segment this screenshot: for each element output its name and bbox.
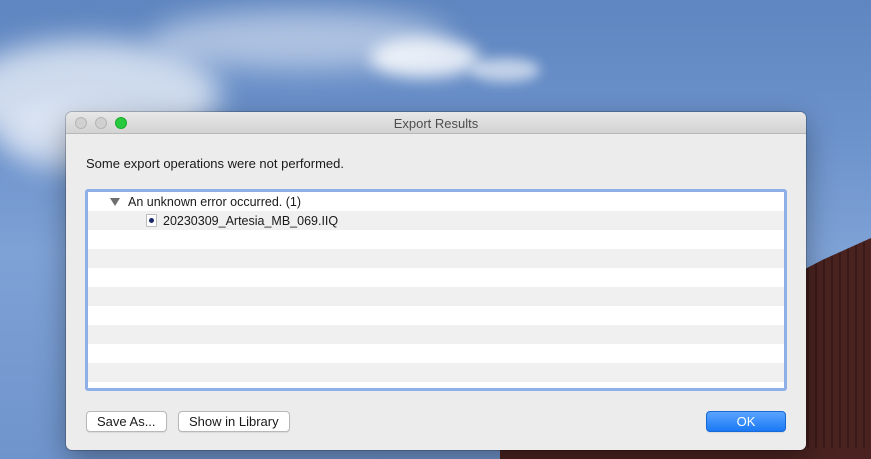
file-row[interactable]: 20230309_Artesia_MB_069.IIQ (88, 211, 784, 230)
empty-row (88, 306, 784, 325)
empty-row (88, 230, 784, 249)
empty-row (88, 344, 784, 363)
empty-row (88, 363, 784, 382)
file-name: 20230309_Artesia_MB_069.IIQ (163, 213, 339, 228)
empty-row (88, 382, 784, 388)
show-in-library-button[interactable]: Show in Library (178, 411, 290, 432)
empty-row (88, 249, 784, 268)
save-as-button[interactable]: Save As... (86, 411, 167, 432)
cloud (470, 58, 540, 82)
export-message: Some export operations were not performe… (86, 156, 344, 171)
empty-row (88, 287, 784, 306)
title-bar[interactable]: Export Results (66, 112, 806, 134)
cloud (370, 38, 480, 78)
results-list[interactable]: An unknown error occurred. (1) 20230309_… (85, 189, 787, 391)
empty-row (88, 325, 784, 344)
error-group-row[interactable]: An unknown error occurred. (1) (88, 192, 784, 211)
disclosure-triangle-icon[interactable] (110, 197, 120, 206)
window-title: Export Results (393, 116, 479, 131)
export-results-dialog: Export Results Some export operations we… (66, 112, 806, 450)
file-icon (146, 214, 157, 227)
error-group-label: An unknown error occurred. (1) (128, 194, 301, 209)
empty-row (88, 268, 784, 287)
building-wall (801, 238, 871, 459)
ok-button[interactable]: OK (706, 411, 786, 432)
